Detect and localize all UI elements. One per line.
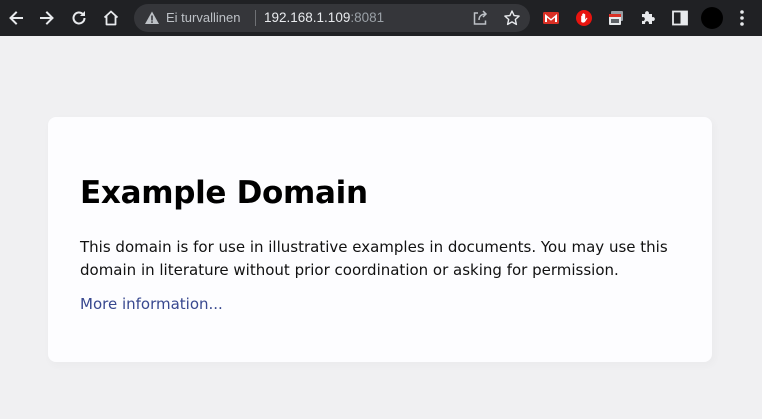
side-panel-icon <box>672 10 688 26</box>
browser-menu-button[interactable] <box>736 8 748 28</box>
reload-button[interactable] <box>67 6 91 30</box>
adblock-hand-icon <box>576 10 592 26</box>
share-button[interactable] <box>471 9 489 27</box>
security-label[interactable]: Ei turvallinen <box>166 10 240 26</box>
forward-button[interactable] <box>35 6 59 30</box>
url-text[interactable]: 192.168.1.109:8081 <box>264 10 384 26</box>
omnibox-divider <box>255 10 256 26</box>
page-title: Example Domain <box>80 175 368 211</box>
address-bar[interactable]: Ei turvallinen 192.168.1.109:8081 <box>134 4 530 32</box>
side-panel-button[interactable] <box>671 9 689 27</box>
more-information-link[interactable]: More information... <box>80 294 223 314</box>
extensions-button[interactable] <box>639 9 657 27</box>
forward-arrow-icon <box>40 11 54 25</box>
url-port: :8081 <box>350 10 385 25</box>
page-content: Example Domain This domain is for use in… <box>0 36 762 419</box>
home-icon <box>103 10 119 26</box>
kebab-menu-icon <box>740 10 744 26</box>
back-button[interactable] <box>4 6 28 30</box>
tab-extension-button[interactable] <box>607 9 625 27</box>
tab-window-icon <box>609 11 623 25</box>
page-description: This domain is for use in illustrative e… <box>80 238 668 279</box>
back-arrow-icon <box>9 11 23 25</box>
gmail-extension-button[interactable] <box>542 9 560 27</box>
content-card: Example Domain This domain is for use in… <box>48 117 712 362</box>
gmail-icon <box>543 12 559 24</box>
reload-icon <box>72 11 86 25</box>
browser-toolbar: Ei turvallinen 192.168.1.109:8081 <box>0 0 762 36</box>
warning-triangle-icon[interactable] <box>144 10 160 26</box>
star-icon <box>504 10 520 26</box>
adblock-extension-button[interactable] <box>575 9 593 27</box>
bookmark-button[interactable] <box>503 9 521 27</box>
profile-avatar[interactable] <box>701 7 723 29</box>
home-button[interactable] <box>99 6 123 30</box>
puzzle-icon <box>642 11 655 24</box>
share-icon <box>473 10 488 25</box>
url-host: 192.168.1.109 <box>264 10 351 25</box>
